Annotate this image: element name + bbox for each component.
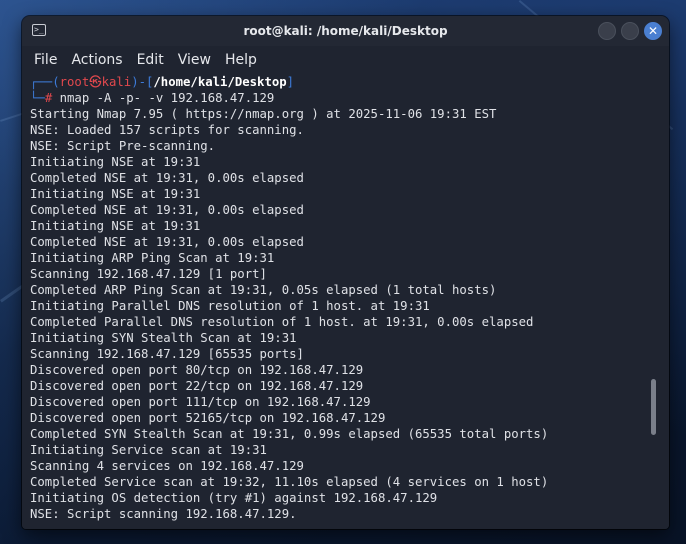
close-icon: ✕ [647, 24, 659, 38]
output-line: Completed ARP Ping Scan at 19:31, 0.05s … [30, 283, 497, 297]
output-line: Completed NSE at 19:31, 0.00s elapsed [30, 203, 304, 217]
output-line: Initiating NSE at 19:31 [30, 219, 201, 233]
command-line: └─# nmap -A -p- -v 192.168.47.129 [30, 90, 669, 106]
prompt-path: /home/kali/Desktop [153, 75, 287, 89]
prompt-line: ┌──(root㉿kali)-[/home/kali/Desktop] [30, 74, 669, 90]
output-line: Discovered open port 80/tcp on 192.168.4… [30, 363, 364, 377]
menu-help[interactable]: Help [225, 52, 257, 68]
output-line: NSE: Loaded 157 scripts for scanning. [30, 123, 304, 137]
output-line: Completed Service scan at 19:32, 11.10s … [30, 475, 549, 489]
window-title: root@kali: /home/kali/Desktop [243, 24, 448, 38]
prompt-corner-bottom: └─ [30, 91, 45, 105]
output-line: Completed Parallel DNS resolution of 1 h… [30, 315, 534, 329]
title-bar[interactable]: >_ root@kali: /home/kali/Desktop ✕ [22, 16, 669, 46]
prompt-at: ㉿ [89, 75, 102, 89]
output-line: Scanning 192.168.47.129 [1 port] [30, 267, 267, 281]
close-button[interactable]: ✕ [644, 22, 662, 40]
terminal-window: >_ root@kali: /home/kali/Desktop ✕ File … [22, 16, 669, 529]
output-line: Completed SYN Stealth Scan at 19:31, 0.9… [30, 427, 549, 441]
output-line: Discovered open port 22/tcp on 192.168.4… [30, 379, 364, 393]
prompt-end: ] [286, 75, 295, 89]
prompt-host: kali [101, 75, 132, 89]
output-line: Scanning 192.168.47.129 [65535 ports] [30, 347, 304, 361]
command-output: Starting Nmap 7.95 ( https://nmap.org ) … [30, 106, 669, 522]
menu-edit[interactable]: Edit [137, 52, 164, 68]
output-line: Initiating SYN Stealth Scan at 19:31 [30, 331, 297, 345]
menu-file[interactable]: File [34, 52, 57, 68]
maximize-button[interactable] [621, 22, 639, 40]
output-line: Completed NSE at 19:31, 0.00s elapsed [30, 235, 304, 249]
minimize-button[interactable] [598, 22, 616, 40]
output-line: Discovered open port 111/tcp on 192.168.… [30, 395, 371, 409]
prompt-corner: ┌──( [30, 75, 60, 89]
output-line: Completed NSE at 19:31, 0.00s elapsed [30, 171, 304, 185]
output-line: Initiating NSE at 19:31 [30, 187, 201, 201]
prompt-user: root [59, 75, 90, 89]
menu-view[interactable]: View [178, 52, 211, 68]
output-line: Initiating Service scan at 19:31 [30, 443, 267, 457]
output-line: Initiating Parallel DNS resolution of 1 … [30, 299, 430, 313]
output-line: Starting Nmap 7.95 ( https://nmap.org ) … [30, 107, 497, 121]
output-line: NSE: Script Pre-scanning. [30, 139, 216, 153]
output-line: Scanning 4 services on 192.168.47.129 [30, 459, 304, 473]
output-line: Initiating ARP Ping Scan at 19:31 [30, 251, 275, 265]
menu-bar: File Actions Edit View Help [22, 46, 669, 74]
output-line: NSE: Script scanning 192.168.47.129. [30, 507, 297, 521]
terminal-output[interactable]: ┌──(root㉿kali)-[/home/kali/Desktop] └─# … [22, 74, 669, 529]
menu-actions[interactable]: Actions [71, 52, 122, 68]
output-line: Initiating OS detection (try #1) against… [30, 491, 438, 505]
command-text: nmap -A -p- -v 192.168.47.129 [52, 91, 275, 105]
prompt-separator: )-[ [131, 75, 154, 89]
output-line: Discovered open port 52165/tcp on 192.16… [30, 411, 386, 425]
scrollbar[interactable] [651, 379, 656, 435]
output-line: Initiating NSE at 19:31 [30, 155, 201, 169]
